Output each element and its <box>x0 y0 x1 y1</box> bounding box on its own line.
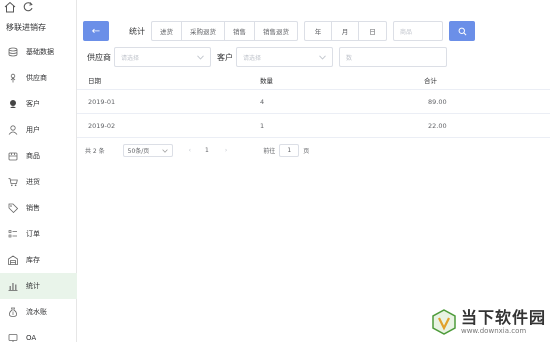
goods-icon <box>6 149 20 163</box>
watermark-logo-icon <box>432 309 456 335</box>
sidebar-item-label: 流水账 <box>26 308 47 316</box>
sidebar-item-statistics[interactable]: 统计 <box>0 273 77 299</box>
sidebar-item-label: 进货 <box>26 178 40 186</box>
database-icon <box>6 45 20 59</box>
warehouse-icon <box>6 253 20 267</box>
sidebar-item-label: 销售 <box>26 204 40 212</box>
sales-button[interactable]: 销售 <box>225 22 255 40</box>
watermark-text: 当下软件园 www.downxia.com <box>460 308 546 336</box>
sidebar-item-label: 统计 <box>26 282 40 290</box>
pagination: 共 2 条 50条/页 ‹ 1 › 前往 1 页 <box>85 144 309 157</box>
sidebar-item-label: 订单 <box>26 230 40 238</box>
chevron-down-icon <box>197 54 204 60</box>
purchase-button[interactable]: 进货 <box>152 22 182 40</box>
sidebar-item-inventory[interactable]: 库存 <box>0 247 77 273</box>
sales-return-button[interactable]: 销售退货 <box>255 22 297 40</box>
back-button[interactable]: ← <box>83 21 109 41</box>
supplier-icon <box>6 71 20 85</box>
purchase-return-button[interactable]: 采购退货 <box>182 22 225 40</box>
current-page[interactable]: 1 <box>205 147 209 154</box>
table-row: 2019-02 1 22.00 <box>77 114 550 138</box>
sidebar-item-label: 基础数据 <box>26 48 54 56</box>
header-total: 合计 <box>424 76 437 85</box>
statistics-label: 统计 <box>129 26 145 36</box>
sidebar-item-user[interactable]: 用户 <box>0 117 77 143</box>
sidebar-item-supplier[interactable]: 供应商 <box>0 65 77 91</box>
user-icon <box>6 123 20 137</box>
sidebar-item-label: 用户 <box>26 126 40 134</box>
cell-total: 22.00 <box>428 121 447 130</box>
cell-date: 2019-01 <box>88 97 116 106</box>
type-button-group: 进货 采购退货 销售 销售退货 <box>151 21 298 41</box>
goods-input[interactable]: 商品 <box>393 21 443 41</box>
quantity-input[interactable]: 数 <box>339 47 447 67</box>
customer-placeholder: 请选择 <box>243 54 262 62</box>
home-icon[interactable] <box>4 1 16 13</box>
toolbar: ← 统计 进货 采购退货 销售 销售退货 年 月 日 商品 <box>83 21 475 41</box>
sidebar-item-label: OA <box>26 334 37 342</box>
chevron-down-icon <box>319 54 326 60</box>
watermark: 当下软件园 www.downxia.com <box>430 308 546 336</box>
sidebar-item-label: 库存 <box>26 256 40 264</box>
customer-icon <box>6 97 20 111</box>
filter-bar: 供应商 请选择 客户 请选择 数 <box>87 47 447 67</box>
cart-icon <box>6 175 20 189</box>
money-bag-icon <box>6 305 20 319</box>
page-size-value: 50条/页 <box>127 148 150 155</box>
chevron-down-icon <box>161 148 168 153</box>
goto-page-input[interactable]: 1 <box>279 144 300 157</box>
refresh-icon[interactable] <box>22 1 34 13</box>
prev-page-button[interactable]: ‹ <box>189 147 191 154</box>
app-title: 移联进销存 <box>6 23 46 32</box>
sidebar-item-customer[interactable]: 客户 <box>0 91 77 117</box>
app-window: 移联进销存 基础数据 供应商 客户 用户 商品 进货 销售 订单 库存 统计 流… <box>0 0 550 342</box>
table-row: 2019-01 4 89.00 <box>77 90 550 114</box>
watermark-title: 当下软件园 <box>460 308 546 327</box>
sidebar: 移联进销存 基础数据 供应商 客户 用户 商品 进货 销售 订单 库存 统计 流… <box>0 0 77 342</box>
cell-quantity: 4 <box>260 97 265 106</box>
header-date: 日期 <box>88 76 101 85</box>
next-page-button[interactable]: › <box>225 147 227 154</box>
list-icon <box>6 227 20 241</box>
sidebar-item-label: 客户 <box>26 100 40 108</box>
office-icon <box>6 331 20 342</box>
sidebar-item-oa[interactable]: OA <box>0 325 77 342</box>
total-count: 共 2 条 <box>85 148 105 155</box>
sidebar-item-sales[interactable]: 销售 <box>0 195 77 221</box>
sidebar-item-label: 供应商 <box>26 74 47 82</box>
chart-icon <box>6 279 20 293</box>
table-header: 日期 数量 合计 <box>77 70 550 90</box>
customer-label: 客户 <box>217 52 233 62</box>
watermark-url: www.downxia.com <box>460 327 527 335</box>
supplier-select[interactable]: 请选择 <box>114 47 211 67</box>
month-button[interactable]: 月 <box>332 22 359 40</box>
supplier-label: 供应商 <box>87 52 111 62</box>
sidebar-item-label: 商品 <box>26 152 40 160</box>
sidebar-item-orders[interactable]: 订单 <box>0 221 77 247</box>
goto-label: 前往 <box>263 148 276 155</box>
year-button[interactable]: 年 <box>305 22 332 40</box>
window-controls <box>4 1 34 13</box>
page-size-select[interactable]: 50条/页 <box>122 144 173 157</box>
cell-total: 89.00 <box>428 97 447 106</box>
supplier-placeholder: 请选择 <box>121 54 140 62</box>
tag-icon <box>6 201 20 215</box>
date-button-group: 年 月 日 <box>304 21 387 41</box>
search-button[interactable] <box>449 21 475 41</box>
cell-quantity: 1 <box>260 121 265 130</box>
sidebar-nav: 基础数据 供应商 客户 用户 商品 进货 销售 订单 库存 统计 流水账 OA <box>0 39 77 342</box>
sidebar-item-ledger[interactable]: 流水账 <box>0 299 77 325</box>
customer-select[interactable]: 请选择 <box>236 47 333 67</box>
main-content: ← 统计 进货 采购退货 销售 销售退货 年 月 日 商品 供应商 请选择 客户… <box>77 0 550 342</box>
day-button[interactable]: 日 <box>359 22 386 40</box>
cell-date: 2019-02 <box>88 121 116 130</box>
search-icon <box>458 27 466 35</box>
header-quantity: 数量 <box>260 76 273 85</box>
page-word: 页 <box>303 148 310 155</box>
statistics-table: 日期 数量 合计 2019-01 4 89.00 2019-02 1 22.00 <box>77 70 550 138</box>
sidebar-item-basic-data[interactable]: 基础数据 <box>0 39 77 65</box>
sidebar-item-purchase[interactable]: 进货 <box>0 169 77 195</box>
sidebar-item-goods[interactable]: 商品 <box>0 143 77 169</box>
